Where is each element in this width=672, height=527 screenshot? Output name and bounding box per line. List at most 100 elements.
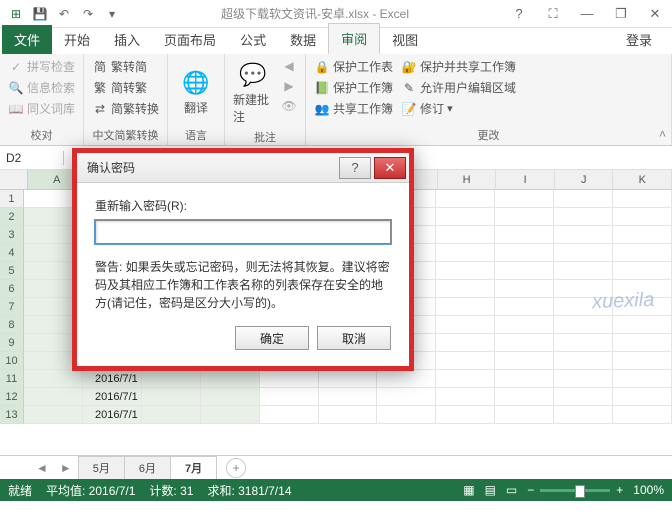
- cancel-button[interactable]: 取消: [317, 326, 391, 350]
- cell-H13[interactable]: [436, 406, 495, 424]
- cell-J4[interactable]: [554, 244, 613, 262]
- col-header-H[interactable]: H: [438, 170, 497, 190]
- cell-H11[interactable]: [436, 370, 495, 388]
- cell-K11[interactable]: [613, 370, 672, 388]
- cell-I6[interactable]: [495, 280, 554, 298]
- view-normal-icon[interactable]: ▦: [463, 483, 474, 497]
- track-changes-button[interactable]: 📝修订 ▾: [399, 99, 518, 118]
- cell-H8[interactable]: [436, 316, 495, 334]
- cell-I10[interactable]: [495, 352, 554, 370]
- cell-B13[interactable]: 2016/7/1: [83, 406, 142, 424]
- protect-sheet-button[interactable]: 🔒保护工作表: [312, 57, 395, 76]
- cell-K12[interactable]: [613, 388, 672, 406]
- cell-C13[interactable]: [142, 406, 201, 424]
- cell-J2[interactable]: [554, 208, 613, 226]
- row-header-1[interactable]: 1: [0, 190, 24, 208]
- row-header-13[interactable]: 13: [0, 406, 24, 424]
- cell-G12[interactable]: [377, 388, 436, 406]
- cell-F12[interactable]: [319, 388, 378, 406]
- cell-I11[interactable]: [495, 370, 554, 388]
- cell-A13[interactable]: [24, 406, 83, 424]
- cell-I5[interactable]: [495, 262, 554, 280]
- cell-J13[interactable]: [554, 406, 613, 424]
- cell-K1[interactable]: [613, 190, 672, 208]
- col-header-K[interactable]: K: [613, 170, 672, 190]
- row-header-3[interactable]: 3: [0, 226, 24, 244]
- spell-check-button[interactable]: ✓拼写检查: [6, 57, 77, 76]
- cell-E13[interactable]: [260, 406, 319, 424]
- zoom-control[interactable]: − +: [527, 483, 623, 497]
- cell-K2[interactable]: [613, 208, 672, 226]
- row-header-4[interactable]: 4: [0, 244, 24, 262]
- row-header-5[interactable]: 5: [0, 262, 24, 280]
- cell-K6[interactable]: [613, 280, 672, 298]
- comment-prev[interactable]: ◀: [279, 57, 299, 75]
- tab-insert[interactable]: 插入: [102, 25, 152, 54]
- view-break-icon[interactable]: ▭: [506, 483, 517, 497]
- sheet-tab-5[interactable]: 5月: [78, 456, 125, 479]
- cell-F13[interactable]: [319, 406, 378, 424]
- cell-H10[interactable]: [436, 352, 495, 370]
- view-layout-icon[interactable]: ▤: [485, 483, 496, 497]
- cell-I3[interactable]: [495, 226, 554, 244]
- zoom-level[interactable]: 100%: [633, 483, 664, 497]
- tab-login[interactable]: 登录: [614, 25, 664, 54]
- convert-button[interactable]: ⇄简繁转换: [90, 99, 161, 118]
- help-icon[interactable]: ?: [502, 2, 536, 26]
- research-button[interactable]: 🔍信息检索: [6, 78, 77, 97]
- col-header-J[interactable]: J: [555, 170, 614, 190]
- undo-icon[interactable]: ↶: [54, 4, 74, 24]
- cell-I12[interactable]: [495, 388, 554, 406]
- ok-button[interactable]: 确定: [235, 326, 309, 350]
- cell-A12[interactable]: [24, 388, 83, 406]
- translate-button[interactable]: 🌐翻译: [174, 57, 218, 125]
- row-header-6[interactable]: 6: [0, 280, 24, 298]
- tab-file[interactable]: 文件: [2, 25, 52, 54]
- dialog-titlebar[interactable]: 确认密码 ? ✕: [77, 153, 409, 183]
- col-header-I[interactable]: I: [496, 170, 555, 190]
- cell-I4[interactable]: [495, 244, 554, 262]
- cell-K9[interactable]: [613, 334, 672, 352]
- cell-J9[interactable]: [554, 334, 613, 352]
- thesaurus-button[interactable]: 📖同义词库: [6, 99, 77, 118]
- tab-review[interactable]: 审阅: [328, 23, 380, 54]
- cell-J3[interactable]: [554, 226, 613, 244]
- cell-J8[interactable]: [554, 316, 613, 334]
- cell-A11[interactable]: [24, 370, 83, 388]
- comment-show[interactable]: 👁: [279, 97, 299, 115]
- dialog-help-button[interactable]: ?: [339, 157, 371, 179]
- cell-K8[interactable]: [613, 316, 672, 334]
- tab-data[interactable]: 数据: [278, 25, 328, 54]
- new-comment-button[interactable]: 💬新建批注: [231, 57, 275, 127]
- cell-K5[interactable]: [613, 262, 672, 280]
- fullscreen-icon[interactable]: ⛶: [536, 2, 570, 26]
- tab-layout[interactable]: 页面布局: [152, 25, 228, 54]
- cell-H12[interactable]: [436, 388, 495, 406]
- cell-B11[interactable]: 2016/7/1: [83, 370, 142, 388]
- cell-J6[interactable]: [554, 280, 613, 298]
- cell-E11[interactable]: [260, 370, 319, 388]
- save-icon[interactable]: 💾: [30, 4, 50, 24]
- name-box[interactable]: D2: [0, 151, 64, 165]
- restore-icon[interactable]: ❐: [604, 2, 638, 26]
- cell-H9[interactable]: [436, 334, 495, 352]
- sheet-tab-6[interactable]: 6月: [124, 456, 171, 479]
- zoom-out-icon[interactable]: −: [527, 483, 534, 497]
- cell-D11[interactable]: [201, 370, 260, 388]
- cell-H7[interactable]: [436, 298, 495, 316]
- cell-J7[interactable]: [554, 298, 613, 316]
- tab-view[interactable]: 视图: [380, 25, 430, 54]
- row-header-9[interactable]: 9: [0, 334, 24, 352]
- cell-J11[interactable]: [554, 370, 613, 388]
- cell-C12[interactable]: [142, 388, 201, 406]
- cell-K3[interactable]: [613, 226, 672, 244]
- share-workbook-button[interactable]: 👥共享工作簿: [312, 99, 395, 118]
- cell-J1[interactable]: [554, 190, 613, 208]
- cell-I2[interactable]: [495, 208, 554, 226]
- cell-F11[interactable]: [319, 370, 378, 388]
- select-all-triangle[interactable]: [0, 170, 28, 190]
- qat-menu-icon[interactable]: ▾: [102, 4, 122, 24]
- sheet-tab-7[interactable]: 7月: [170, 456, 217, 479]
- protect-share-button[interactable]: 🔐保护并共享工作簿: [399, 57, 518, 76]
- cell-I8[interactable]: [495, 316, 554, 334]
